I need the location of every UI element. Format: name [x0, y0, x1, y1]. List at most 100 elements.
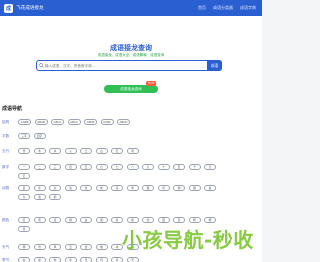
idiom-game-button[interactable]: 成语接龙游戏 [104, 85, 158, 93]
nav-tag[interactable]: 黑 [95, 217, 108, 223]
nav-tag[interactable]: 百 [173, 164, 185, 170]
nav-tag[interactable]: 狗 [173, 185, 185, 191]
nav-tag[interactable]: 五 [80, 164, 92, 170]
nav-tag[interactable]: ABCC [67, 119, 81, 125]
nav-row-tags: 鼠牛虎兔龙蛇马羊猴鸡狗猪鱼鸟虫鹤 [18, 185, 218, 200]
watermark: 小孩导航-秒收 [122, 228, 254, 252]
nav-link-dictionary[interactable]: 成语字典 [240, 5, 256, 11]
nav-tag[interactable]: 风 [126, 148, 139, 154]
nav-tag[interactable]: 九 [142, 164, 154, 170]
nav-tag[interactable]: 十 [157, 164, 170, 170]
nav-tag[interactable]: 三 [49, 164, 61, 170]
nav-row-tags: AABB ABAB ABCA ABCC ABCB AABC ABCD [18, 119, 218, 125]
nav-row-label: 数字 [2, 165, 10, 169]
nav-row-tags: 三字 四字 [18, 133, 218, 139]
nav-row-tags: 春夏秋冬日月星天 [18, 257, 218, 262]
nav-tag[interactable]: 鱼 [204, 185, 216, 191]
nav-tag[interactable]: 山 [95, 148, 108, 154]
nav-tag[interactable]: 虫 [33, 194, 46, 200]
nav-tag[interactable]: 蓝 [49, 217, 61, 223]
nav-tag[interactable]: ABAB [34, 119, 48, 125]
nav-tag[interactable]: 白 [80, 217, 92, 223]
nav-tag[interactable]: 四字 [33, 133, 46, 139]
nav-tag[interactable]: 八 [126, 164, 139, 170]
nav-link-category[interactable]: 成语分类器 [213, 5, 233, 11]
nav-tag[interactable]: 万 [204, 164, 216, 170]
nav-tag[interactable]: 红 [18, 217, 30, 223]
nav-tag[interactable]: 黄 [33, 217, 46, 223]
nav-tag[interactable]: AABC [100, 119, 114, 125]
nav-tag[interactable]: ABCB [84, 119, 97, 125]
nav-tag[interactable]: 牛 [33, 185, 46, 191]
nav-tag[interactable]: 二 [33, 164, 46, 170]
nav-row-label: 季节 [2, 258, 10, 262]
nav-row-label: 天气 [2, 245, 10, 249]
nav-tag[interactable]: 亿 [18, 173, 30, 179]
search-button[interactable]: 成语 [207, 60, 222, 71]
nav-tag[interactable]: 龙 [80, 185, 92, 191]
nav-tag[interactable]: 兔 [64, 185, 77, 191]
nav-tag[interactable]: 绿 [64, 217, 77, 223]
nav-tag[interactable]: 羊 [126, 185, 139, 191]
nav-tag[interactable]: 鸟 [18, 194, 30, 200]
nav-tag[interactable]: 金 [18, 148, 30, 154]
nav-tag[interactable]: 土 [80, 148, 92, 154]
nav-tag[interactable]: 粉 [188, 217, 201, 223]
nav-tag[interactable]: 水 [49, 148, 61, 154]
nav-tag[interactable]: 鸡 [157, 185, 170, 191]
nav-tag[interactable]: 雨 [18, 244, 30, 250]
nav-tag[interactable]: 雷 [80, 244, 92, 250]
nav-tag[interactable]: 七 [111, 164, 123, 170]
nav-tag[interactable]: 风 [49, 244, 61, 250]
nav-tag[interactable]: 夏 [33, 257, 46, 262]
nav-tag[interactable]: 雪 [33, 244, 46, 250]
nav-tag[interactable]: 六 [95, 164, 108, 170]
nav-tag[interactable]: 石 [111, 148, 123, 154]
nav-tag[interactable]: 青 [111, 217, 123, 223]
top-nav-links: 首页 成语分类器 成语字典 [198, 0, 256, 16]
nav-tag[interactable]: 虎 [49, 185, 61, 191]
nav-tag[interactable]: 四 [64, 164, 77, 170]
nav-tag[interactable]: 天 [126, 257, 139, 262]
nav-tag[interactable]: ABCA [51, 119, 64, 125]
nav-tag[interactable]: 赤 [18, 226, 30, 232]
nav-tag[interactable]: 金 [142, 217, 154, 223]
nav-tag[interactable]: 月 [95, 257, 108, 262]
nav-row-label: 字数 [2, 134, 10, 138]
nav-tag[interactable]: 云 [64, 244, 77, 250]
nav-tag[interactable]: 三字 [18, 133, 30, 139]
nav-tag[interactable]: 电 [95, 244, 108, 250]
nav-tag[interactable]: 日 [80, 257, 92, 262]
hot-badge: HOT [146, 81, 157, 86]
nav-tag[interactable]: 星 [111, 257, 123, 262]
nav-tag[interactable]: 秋 [49, 257, 61, 262]
nav-tag[interactable]: AABB [18, 119, 31, 125]
page: 成 飞花成语接龙 首页 成语分类器 成语字典 成语接龙查询 成语接龙、成语大全、… [0, 0, 262, 262]
nav-tag[interactable]: 木 [33, 148, 46, 154]
nav-tag[interactable]: 紫 [126, 217, 139, 223]
nav-row-tags: 一二三四五六七八九十百千万亿 [18, 164, 218, 179]
nav-tag[interactable]: 银 [157, 217, 170, 223]
site-name[interactable]: 飞花成语接龙 [16, 5, 44, 11]
nav-tag[interactable]: 火 [64, 148, 77, 154]
nav-tag[interactable]: 猪 [188, 185, 201, 191]
nav-row-label: 五行 [2, 149, 10, 153]
site-logo-icon[interactable]: 成 [4, 3, 13, 13]
nav-tag[interactable]: 灰 [173, 217, 185, 223]
nav-tag[interactable]: 马 [111, 185, 123, 191]
nav-tag[interactable]: 冬 [64, 257, 77, 262]
nav-tag[interactable]: ABCD [117, 119, 130, 125]
nav-tag[interactable]: 蛇 [95, 185, 108, 191]
nav-tag[interactable]: 橙 [204, 217, 216, 223]
nav-tag[interactable]: 鹤 [49, 194, 61, 200]
nav-link-home[interactable]: 首页 [198, 5, 206, 11]
nav-tag[interactable]: 猴 [142, 185, 154, 191]
nav-card-title: 成语导航 [2, 106, 23, 112]
page-title: 成语接龙查询 [110, 44, 152, 52]
search-icon [37, 63, 45, 68]
search-input[interactable] [45, 61, 207, 70]
nav-tag[interactable]: 千 [188, 164, 201, 170]
nav-tag[interactable]: 春 [18, 257, 30, 262]
nav-tag[interactable]: 鼠 [18, 185, 30, 191]
nav-tag[interactable]: 一 [18, 164, 30, 170]
